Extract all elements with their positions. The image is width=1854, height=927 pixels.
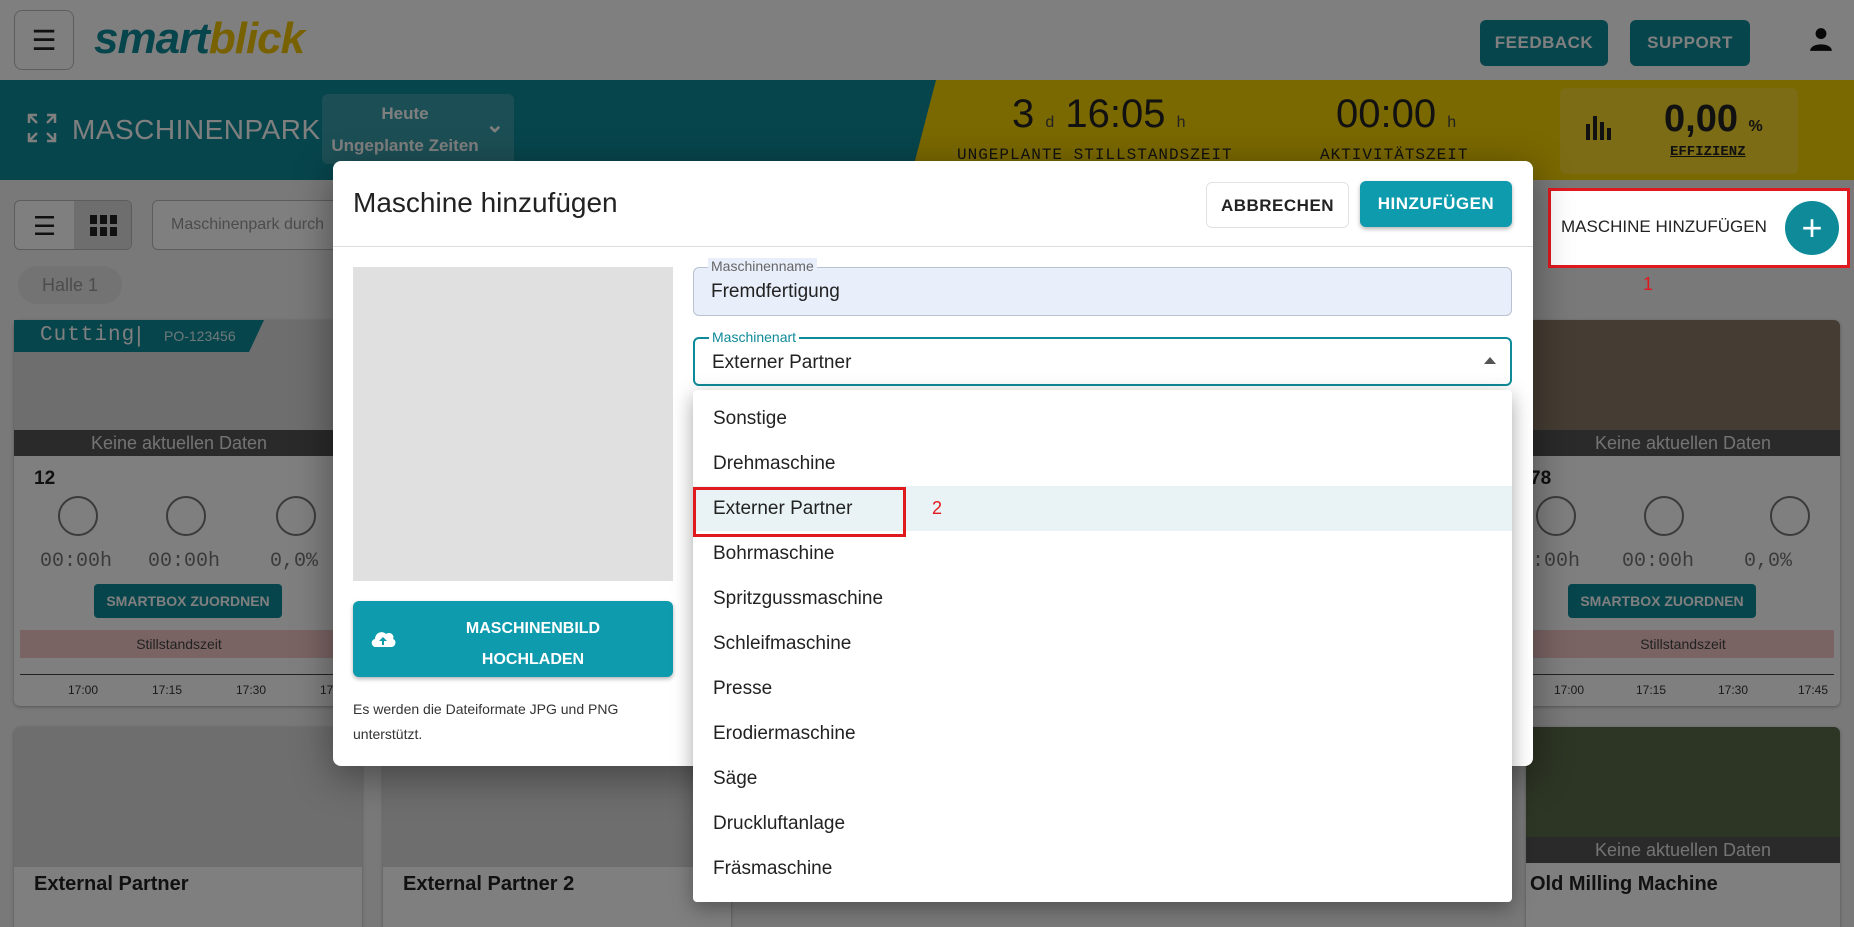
cancel-button[interactable]: ABBRECHEN	[1206, 182, 1349, 228]
option-druckluftanlage[interactable]: Druckluftanlage	[693, 801, 1512, 846]
option-drehmaschine[interactable]: Drehmaschine	[693, 441, 1512, 486]
machine-type-select[interactable]: Maschinenart Externer Partner	[693, 329, 1512, 386]
cloud-upload-icon	[371, 632, 396, 647]
machine-name-value: Fremdfertigung	[711, 281, 840, 302]
caret-up-icon	[1484, 357, 1496, 364]
dialog-header: Maschine hinzufügen ABBRECHEN HINZUFÜGEN	[333, 161, 1533, 247]
plus-icon: +	[1785, 201, 1839, 255]
upload-hint: Es werden die Dateiformate JPG und PNG u…	[353, 701, 619, 742]
annotation-number: 1	[1643, 274, 1654, 294]
option-fraesmaschine[interactable]: Fräsmaschine	[693, 846, 1512, 891]
option-presse[interactable]: Presse	[693, 666, 1512, 711]
machine-type-dropdown: Sonstige Drehmaschine Externer Partner B…	[693, 390, 1512, 902]
option-spritzgussmaschine[interactable]: Spritzgussmaschine	[693, 576, 1512, 621]
add-button[interactable]: HINZUFÜGEN	[1360, 181, 1512, 227]
highlight-box	[693, 487, 906, 537]
option-bohrmaschine[interactable]: Bohrmaschine	[693, 531, 1512, 576]
option-sonstige[interactable]: Sonstige	[693, 396, 1512, 441]
machine-type-value: Externer Partner	[712, 352, 852, 373]
machine-type-label: Maschinenart	[709, 329, 800, 345]
option-erodiermaschine[interactable]: Erodiermaschine	[693, 711, 1512, 756]
annotation-number: 2	[932, 498, 943, 518]
add-machine-button[interactable]: MASCHINE HINZUFÜGEN +	[1548, 188, 1850, 268]
machine-name-label: Maschinenname	[708, 258, 817, 274]
option-schleifmaschine[interactable]: Schleifmaschine	[693, 621, 1512, 666]
upload-image-button[interactable]: MASCHINENBILD HOCHLADEN	[353, 601, 673, 677]
machine-image-placeholder	[353, 267, 673, 581]
machine-name-field[interactable]: Maschinenname Fremdfertigung	[693, 258, 1512, 316]
dialog-title: Maschine hinzufügen	[353, 187, 618, 218]
option-saege[interactable]: Säge	[693, 756, 1512, 801]
